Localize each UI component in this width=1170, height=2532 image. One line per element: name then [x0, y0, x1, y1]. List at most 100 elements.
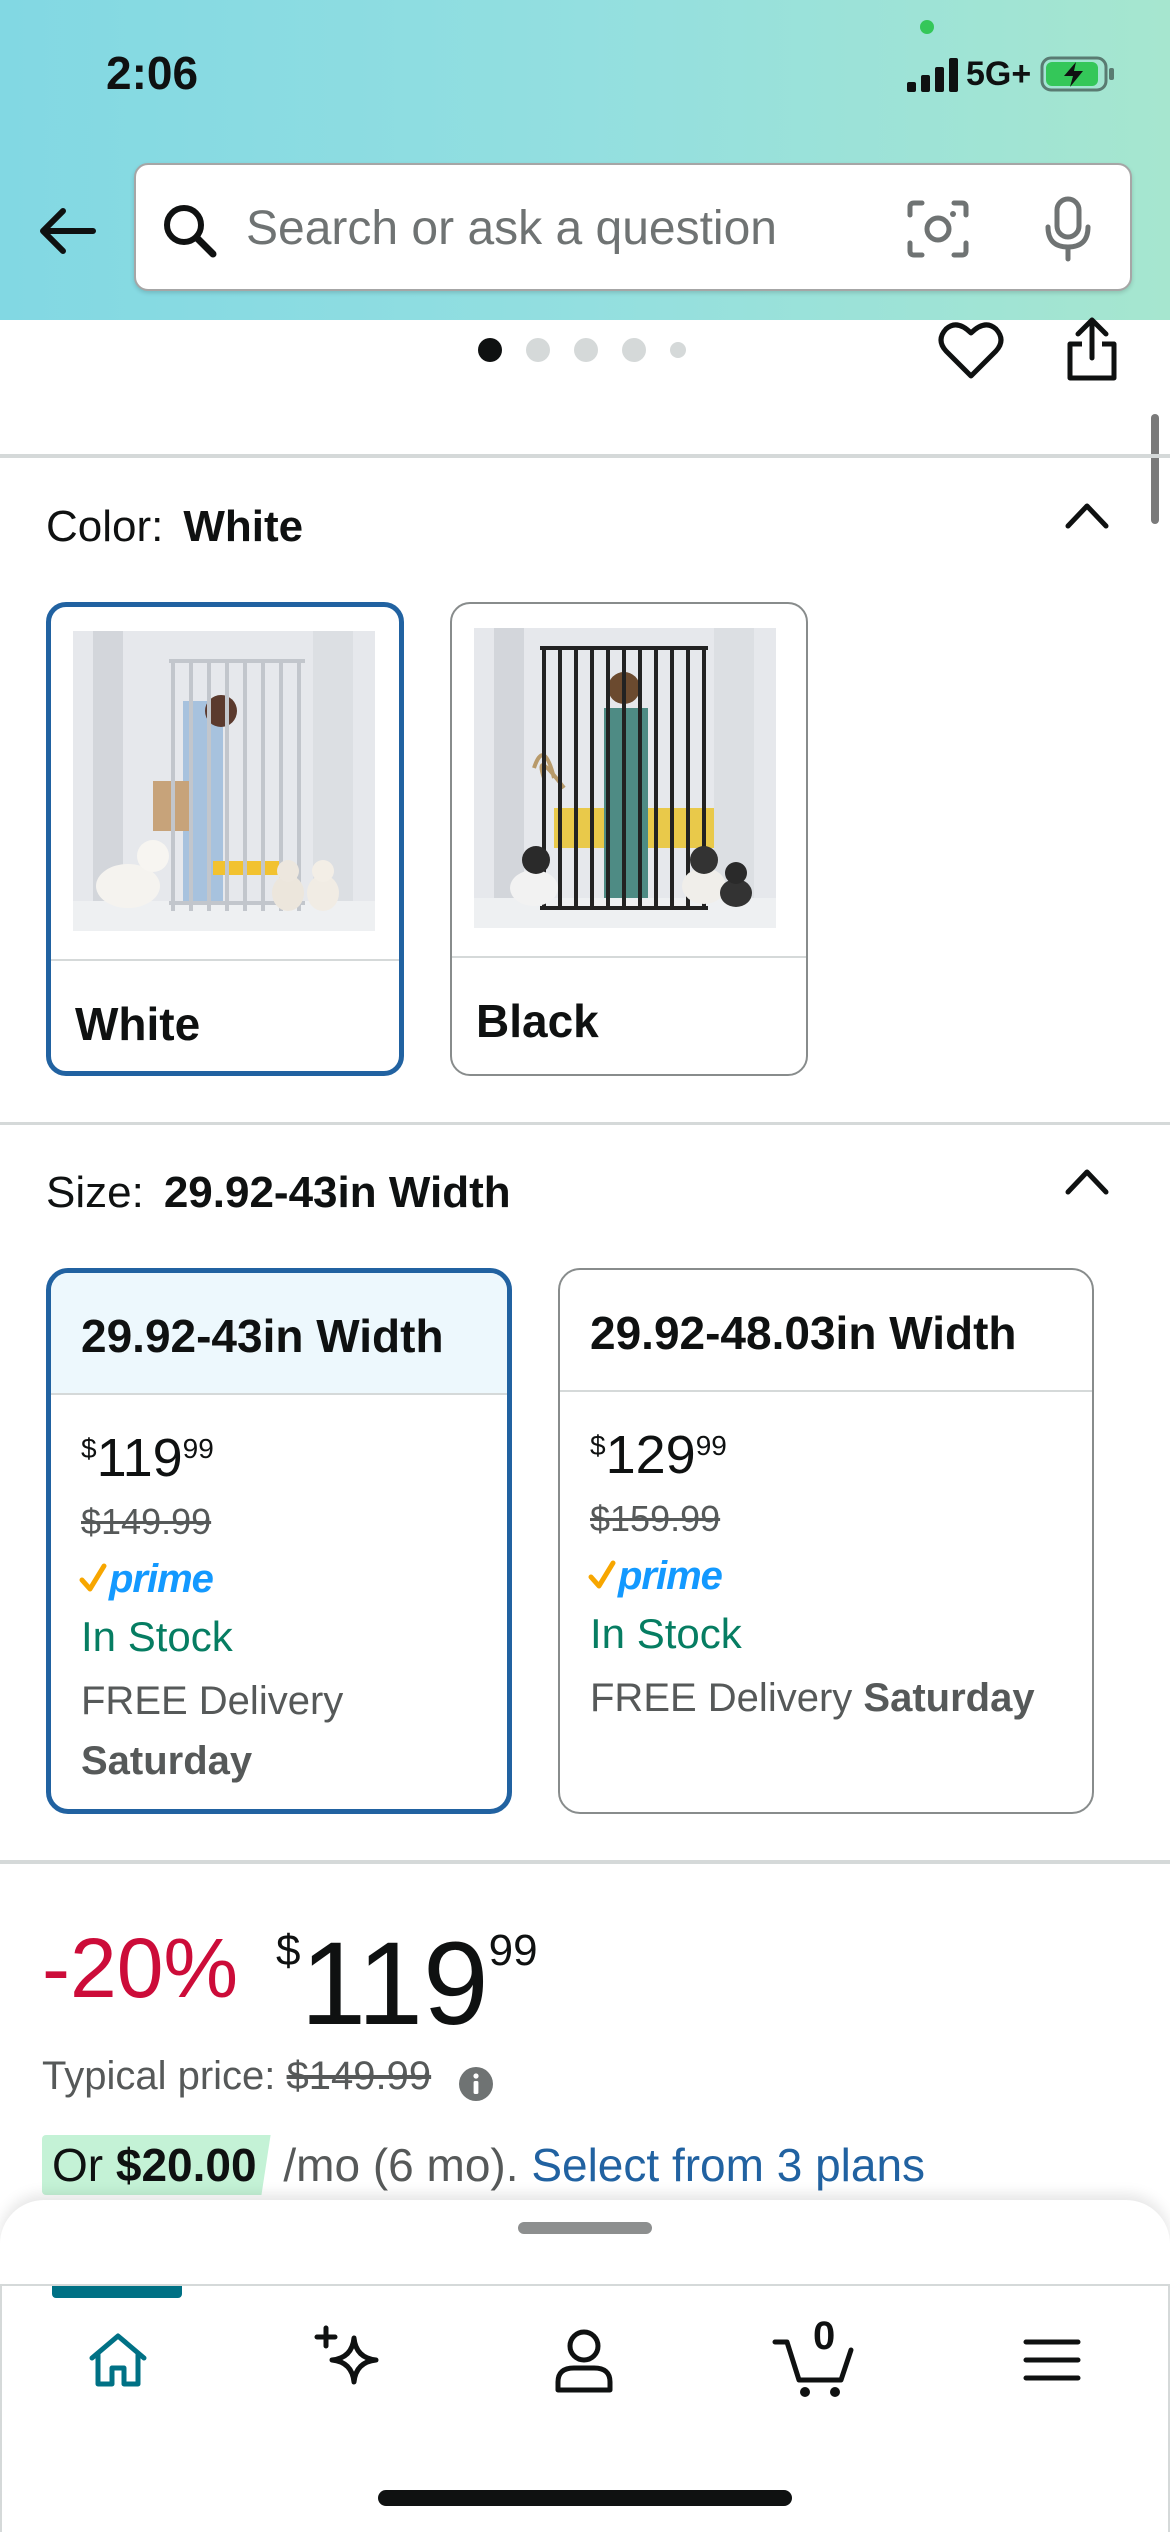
size-option-header: 29.92-48.03in Width [560, 1270, 1092, 1392]
pagination-dot-active[interactable] [478, 338, 502, 362]
installment-plans: Or $20.00 /mo (6 mo). Select from 3 plan… [42, 2135, 925, 2195]
size-label: Size: [46, 1168, 144, 1217]
header: 2:06 5G+ [0, 0, 1170, 320]
prime-badge: prime [79, 1556, 214, 1601]
stock-status: In Stock [81, 1613, 233, 1660]
typical-price-label: Typical price: [42, 2054, 276, 2098]
price-currency: $ [276, 1926, 301, 1975]
price-whole: 119 [96, 1428, 183, 1488]
size-option-name: 29.92-43in Width [81, 1310, 444, 1362]
status-time: 2:06 [106, 47, 199, 99]
size-option-price: $11999 [81, 1427, 214, 1489]
delivery-day: Saturday [81, 1739, 253, 1783]
discount-percentage: -20% [42, 1921, 239, 2015]
arrow-left-icon [40, 208, 96, 254]
chevron-up-icon[interactable] [1062, 1160, 1112, 1200]
home-icon [89, 2333, 147, 2387]
tab-bar-border [0, 2284, 2, 2532]
prime-badge: prime [588, 1553, 723, 1598]
tab-cart[interactable]: 0 [766, 2310, 866, 2406]
size-option-header: 29.92-43in Width [51, 1273, 507, 1395]
ai-sparkle-icon [314, 2325, 379, 2385]
stock-status: In Stock [590, 1610, 742, 1657]
size-option-29-92-43in[interactable]: 29.92-43in Width $11999 $149.99 prime In… [46, 1268, 512, 1814]
price-fraction: 99 [182, 1433, 214, 1464]
pagination-dot[interactable] [622, 338, 646, 362]
color-option-black[interactable]: Black [450, 602, 808, 1076]
search-input[interactable] [246, 191, 896, 265]
plan-amount: $20.00 [115, 2139, 257, 2191]
section-divider [0, 1860, 1170, 1864]
tab-account[interactable] [534, 2320, 634, 2400]
color-section-label: Color: White [46, 502, 303, 552]
price-whole: 119 [300, 1918, 489, 2050]
search-bar[interactable] [134, 163, 1132, 291]
delivery-text: FREE Delivery [81, 1679, 344, 1723]
tab-rufus-ai[interactable] [300, 2320, 400, 2400]
color-label: Color: [46, 502, 164, 551]
color-option-white[interactable]: White [46, 602, 404, 1076]
installment-highlight: Or $20.00 [42, 2135, 271, 2195]
size-option-29-92-48-03in[interactable]: 29.92-48.03in Width $12999 $159.99 prime… [558, 1268, 1094, 1814]
chevron-up-icon[interactable] [1062, 494, 1112, 534]
image-pagination-dots[interactable] [478, 338, 686, 362]
camera-lens-icon[interactable] [906, 199, 970, 259]
current-price: $11999 [276, 1916, 538, 2052]
delivery-info: FREE Delivery Saturday [590, 1668, 1090, 1728]
color-option-name: White [75, 998, 201, 1050]
prime-label: prime [109, 1556, 214, 1601]
info-icon[interactable] [458, 2066, 494, 2102]
list-price: $159.99 [590, 1498, 721, 1539]
delivery-text: FREE Delivery [590, 1676, 853, 1720]
plan-term: /mo (6 mo). [283, 2139, 519, 2191]
cart-count-badge: 0 [813, 2314, 836, 2358]
menu-icon [1023, 2339, 1081, 2381]
price-currency: $ [81, 1433, 97, 1464]
network-type: 5G+ [966, 55, 1032, 93]
heart-icon[interactable] [938, 318, 1004, 382]
delivery-day: Saturday [863, 1676, 1035, 1720]
pagination-dot[interactable] [574, 338, 598, 362]
size-option-name: 29.92-48.03in Width [590, 1307, 1017, 1359]
microphone-icon[interactable] [1040, 195, 1096, 265]
account-icon [555, 2329, 613, 2393]
select-plans-link[interactable]: Select from 3 plans [531, 2139, 925, 2191]
pagination-dot[interactable] [670, 342, 686, 358]
price-currency: $ [590, 1430, 606, 1461]
prime-check-icon [79, 1563, 107, 1592]
swatch-divider [51, 959, 399, 961]
share-icon[interactable] [1064, 314, 1120, 384]
privacy-indicator-dot [920, 20, 934, 34]
size-option-price: $12999 [590, 1424, 727, 1486]
size-section-label: Size: 29.92-43in Width [46, 1168, 511, 1218]
tab-menu[interactable] [1002, 2320, 1102, 2400]
tab-home[interactable] [68, 2320, 168, 2400]
product-image-black-gate [474, 628, 776, 928]
section-divider [0, 454, 1170, 458]
swatch-divider [452, 956, 806, 958]
price-fraction: 99 [488, 1926, 538, 1975]
active-tab-indicator [52, 2286, 182, 2298]
price-fraction: 99 [695, 1430, 727, 1461]
prime-check-icon [588, 1560, 616, 1589]
scrollbar-thumb[interactable] [1151, 414, 1159, 524]
typical-price-value: $149.99 [286, 2054, 432, 2098]
battery-charging-icon [1040, 56, 1114, 92]
search-icon [164, 205, 217, 258]
prime-label: prime [618, 1553, 723, 1598]
cellular-signal-icon [907, 58, 958, 92]
color-option-name: Black [476, 995, 599, 1047]
plan-prefix: Or [52, 2139, 104, 2191]
selected-size-value: 29.92-43in Width [163, 1168, 511, 1217]
selected-color-value: White [183, 502, 304, 551]
list-price: $149.99 [81, 1501, 212, 1542]
delivery-info: FREE Delivery Saturday [81, 1671, 507, 1791]
sheet-drag-handle[interactable] [518, 2222, 652, 2234]
pagination-dot[interactable] [526, 338, 550, 362]
product-image-white-gate [73, 631, 375, 931]
price-whole: 129 [605, 1425, 696, 1485]
section-divider [0, 1122, 1170, 1125]
home-indicator[interactable] [378, 2490, 792, 2506]
typical-price: Typical price: $149.99 [42, 2054, 431, 2099]
back-button[interactable] [30, 196, 104, 266]
